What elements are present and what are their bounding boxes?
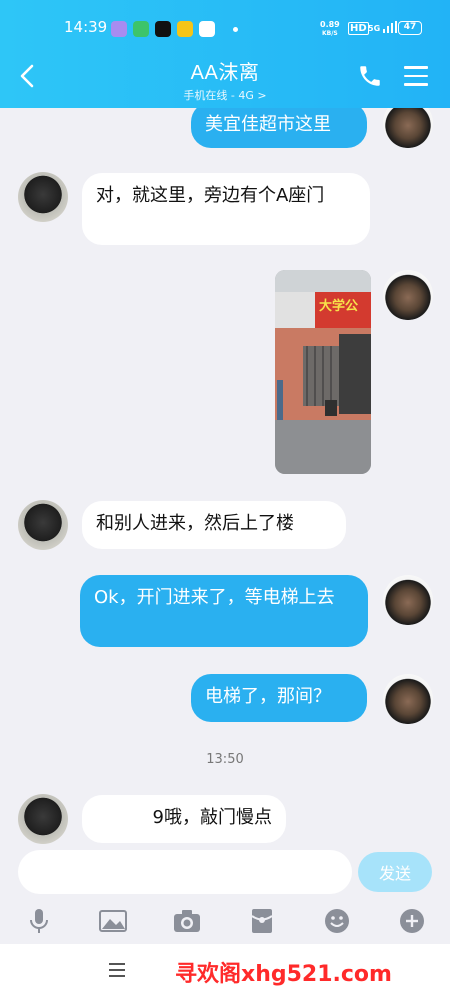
my-avatar[interactable]	[383, 575, 433, 625]
map-icon	[199, 21, 215, 37]
contact-avatar[interactable]	[18, 794, 68, 844]
system-nav-bar: 寻欢阁xhg521.com	[0, 944, 450, 1000]
tiktok-icon	[155, 21, 171, 37]
chat-header: 14:39 0.89 KB/S HD 5G 47 AA沫离 手机在线 - 4G …	[0, 0, 450, 108]
send-button[interactable]: 发送	[358, 852, 432, 892]
photo-sign-text: 大学公	[319, 298, 358, 314]
page-title: AA沫离	[190, 62, 260, 84]
composer-toolbar	[0, 902, 450, 944]
menu-line	[404, 74, 428, 77]
message-bubble-outgoing[interactable]: 美宜佳超市这里	[191, 108, 367, 148]
photo-button[interactable]	[98, 906, 128, 936]
red-packet-icon	[251, 909, 273, 933]
chat-title-area[interactable]: AA沫离 手机在线 - 4G >	[100, 56, 350, 103]
camera-icon	[174, 910, 200, 932]
status-time: 14:39	[64, 18, 108, 36]
online-status: 手机在线 - 4G >	[183, 89, 267, 102]
my-avatar[interactable]	[383, 270, 433, 320]
net-speed-value: 0.89	[320, 20, 340, 29]
composer: 发送	[0, 844, 450, 902]
more-dot-icon	[233, 26, 238, 32]
net-speed: 0.89 KB/S	[320, 20, 340, 38]
watermark: 寻欢阁xhg521.com	[175, 962, 392, 987]
message-text: 9哦，敲门慢点	[152, 807, 272, 828]
message-photo[interactable]: 大学公	[275, 270, 371, 474]
image-icon	[99, 910, 127, 932]
signal-bars-icon	[382, 21, 397, 33]
nav-menu-button[interactable]	[109, 963, 125, 979]
message-bubble-incoming[interactable]: 9哦，敲门慢点	[82, 795, 286, 843]
menu-line	[404, 66, 428, 69]
menu-line	[404, 83, 428, 86]
signal-indicator: 5G	[368, 21, 397, 33]
emoji-icon	[325, 909, 349, 933]
message-bubble-incoming[interactable]: 和别人进来，然后上了楼	[82, 501, 346, 549]
message-bubble-incoming[interactable]: 对，就这里，旁边有个A座门	[82, 173, 370, 245]
chevron-left-icon	[20, 64, 34, 88]
hd-badge: HD	[348, 22, 369, 35]
message-bubble-outgoing[interactable]: Ok，开门进来了，等电梯上去	[80, 575, 368, 647]
photo-image: 大学公	[275, 270, 371, 474]
app-icon	[177, 21, 193, 37]
battery-indicator: 47	[398, 21, 422, 35]
emoji-button[interactable]	[322, 906, 352, 936]
message-input[interactable]	[18, 850, 352, 894]
contact-avatar[interactable]	[18, 172, 68, 222]
chat-messages[interactable]: 美宜佳超市这里 对，就这里，旁边有个A座门 大学公 和别人进来，然后上了楼 Ok…	[0, 108, 450, 844]
net-speed-unit: KB/S	[322, 30, 338, 37]
time-separator: 13:50	[206, 752, 244, 767]
plus-icon	[400, 909, 424, 933]
more-actions-button[interactable]	[397, 906, 427, 936]
red-packet-button[interactable]	[247, 906, 277, 936]
contact-avatar[interactable]	[18, 500, 68, 550]
message-bubble-outgoing[interactable]: 电梯了，那间？	[191, 674, 367, 722]
menu-line	[109, 975, 125, 977]
voice-button[interactable]	[24, 906, 54, 936]
call-button[interactable]	[357, 63, 383, 89]
notification-icons	[111, 21, 238, 37]
signal-label: 5G	[368, 24, 381, 33]
phone-icon	[360, 66, 380, 86]
camera-button[interactable]	[172, 906, 202, 936]
back-button[interactable]	[16, 62, 40, 90]
menu-line	[109, 963, 125, 965]
app-icon	[133, 21, 149, 37]
menu-line	[109, 969, 125, 971]
my-avatar[interactable]	[383, 108, 433, 148]
more-menu-button[interactable]	[404, 66, 428, 88]
my-avatar[interactable]	[383, 674, 433, 724]
microphone-icon	[30, 909, 48, 933]
status-bar: 14:39 0.89 KB/S HD 5G 47	[0, 18, 450, 42]
app-icon	[111, 21, 127, 37]
